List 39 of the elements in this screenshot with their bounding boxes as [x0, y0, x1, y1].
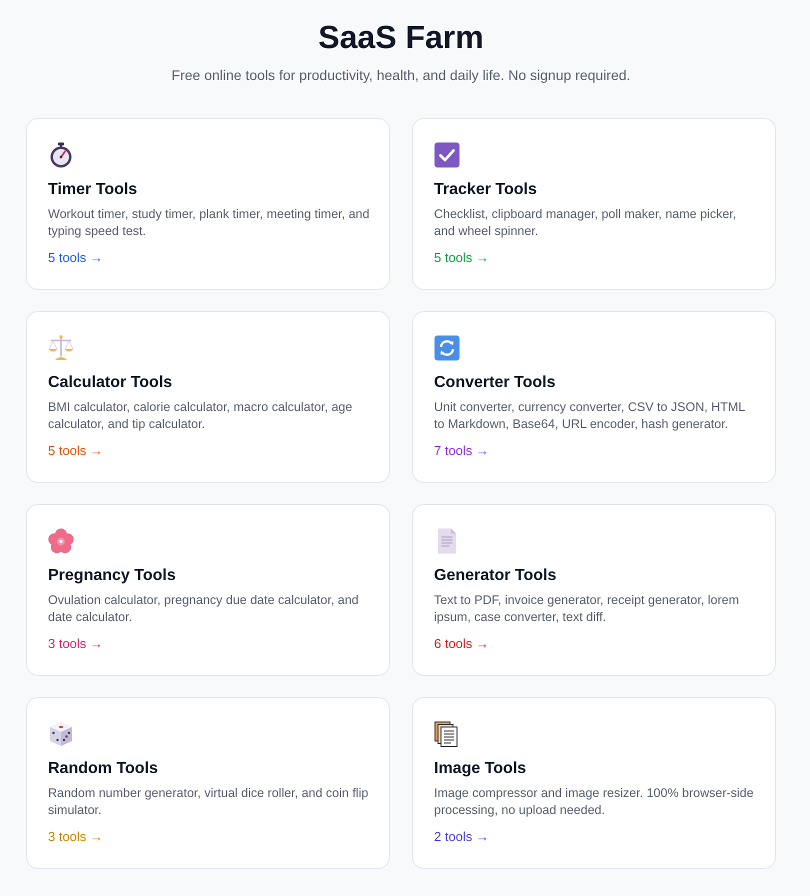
tool-count-link[interactable]: 5 tools → — [48, 249, 103, 266]
category-title: Calculator Tools — [48, 373, 174, 393]
category-title: Tracker Tools — [434, 180, 538, 200]
tool-count-link[interactable]: 7 tools → — [434, 442, 489, 459]
balance-scale-icon — [48, 335, 74, 361]
category-title: Converter Tools — [434, 373, 556, 393]
category-description: Text to PDF, invoice generator, receipt generator, lorem ipsum, case converter, text diff. — [434, 592, 740, 626]
category-title: Image Tools — [434, 759, 528, 779]
category-description: Unit converter, currency converter, CSV to JSON, HTML to Markdown, Base64, URL encoder, hash generator. — [434, 399, 746, 433]
category-card[interactable]: Tracker Tools Checklist, clipboard manager, poll maker, name picker, and wheel spinner. 5 tools → — [412, 118, 776, 290]
category-description: Checklist, clipboard manager, poll maker, name picker, and wheel spinner. — [434, 206, 738, 240]
category-title: Timer Tools — [48, 180, 138, 200]
site-tagline: Free online tools for productivity, health, and daily life. No signup required. — [172, 66, 630, 85]
category-description: Image compressor and image resizer. 100% browser-side processing, no upload needed. — [434, 785, 755, 819]
tool-count-link[interactable]: 5 tools → — [48, 442, 103, 459]
category-title: Generator Tools — [434, 566, 558, 586]
category-title: Random Tools — [48, 759, 159, 779]
die-icon — [48, 721, 74, 747]
refresh-arrows-icon — [434, 335, 460, 361]
category-card[interactable]: Image Tools Image compressor and image resizer. 100% browser-side processing, no upload needed. 2 tools → — [412, 697, 776, 869]
category-card[interactable]: Calculator Tools BMI calculator, calorie calculator, macro calculator, age calculator, and tip calculator. 5 tools → — [26, 311, 390, 483]
category-description: Random number generator, virtual dice roller, and coin flip simulator. — [48, 785, 370, 819]
category-card[interactable]: Converter Tools Unit converter, currency converter, CSV to JSON, HTML to Markdown, Base64, URL encoder, hash generator. 7 tools → — [412, 311, 776, 483]
stacked-pages-icon — [434, 721, 460, 747]
checkbox-icon — [434, 142, 460, 168]
category-title: Pregnancy Tools — [48, 566, 177, 586]
category-description: BMI calculator, calorie calculator, macro calculator, age calculator, and tip calculator. — [48, 399, 354, 433]
category-description: Ovulation calculator, pregnancy due date calculator, and date calculator. — [48, 592, 360, 626]
blossom-icon — [48, 528, 74, 554]
site-title: SaaS Farm — [318, 18, 484, 57]
tool-count-link[interactable]: 6 tools → — [434, 635, 489, 652]
tool-count-link[interactable]: 2 tools → — [434, 828, 489, 845]
category-card[interactable]: Generator Tools Text to PDF, invoice generator, receipt generator, lorem ipsum, case converter, text diff. 6 tools → — [412, 504, 776, 676]
category-card[interactable]: Pregnancy Tools Ovulation calculator, pregnancy due date calculator, and date calculator. 3 tools → — [26, 504, 390, 676]
stopwatch-icon — [48, 142, 74, 168]
category-card[interactable]: Timer Tools Workout timer, study timer, plank timer, meeting timer, and typing speed test. 5 tools → — [26, 118, 390, 290]
category-card[interactable]: Random Tools Random number generator, virtual dice roller, and coin flip simulator. 3 tools → — [26, 697, 390, 869]
category-description: Workout timer, study timer, plank timer, meeting timer, and typing speed test. — [48, 206, 370, 240]
tool-count-link[interactable]: 3 tools → — [48, 635, 103, 652]
